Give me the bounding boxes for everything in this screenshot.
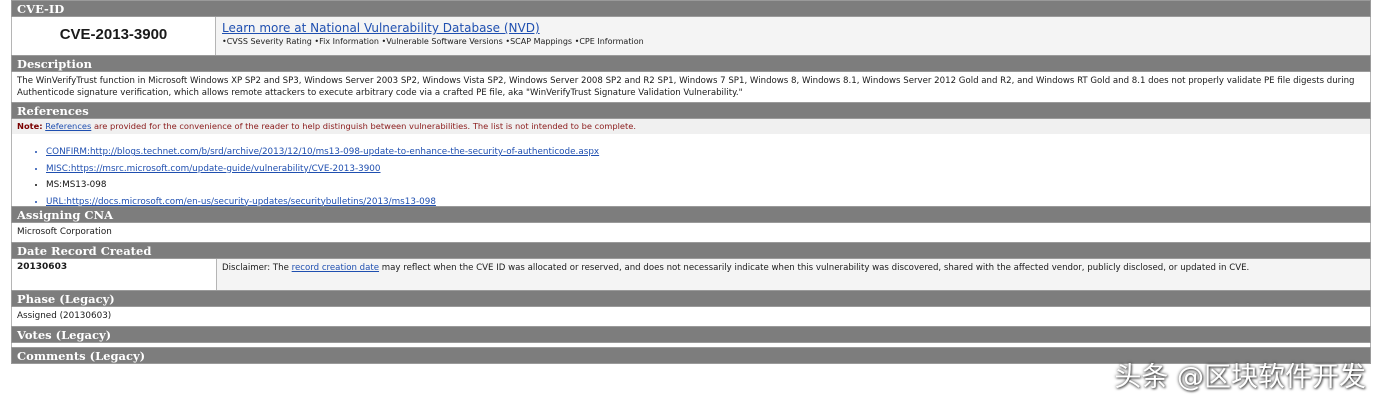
disclaimer-prefix: Disclaimer: The	[222, 263, 289, 273]
reference-link[interactable]: CONFIRM:http://blogs.technet.com/b/srd/a…	[46, 147, 599, 157]
references-list: CONFIRM:http://blogs.technet.com/b/srd/a…	[11, 134, 1371, 207]
phase-header: Phase (Legacy)	[11, 290, 1371, 307]
cve-id-value: CVE-2013-3900	[12, 17, 216, 55]
nvd-feature: CPE Information	[575, 37, 644, 46]
description-header: Description	[11, 55, 1371, 72]
reference-item: CONFIRM:http://blogs.technet.com/b/srd/a…	[46, 144, 1370, 161]
nvd-feature: Vulnerable Software Versions	[382, 37, 503, 46]
reference-item: MS:MS13-098	[46, 177, 1370, 194]
reference-item: MISC:https://msrc.microsoft.com/update-g…	[46, 161, 1370, 178]
cve-id-row: CVE-2013-3900 Learn more at National Vul…	[11, 17, 1371, 55]
watermark-text: 头条 @区块软件开发	[1114, 362, 1366, 393]
nvd-feature: Fix Information	[314, 37, 379, 46]
nvd-link[interactable]: Learn more at National Vulnerability Dat…	[222, 21, 1364, 36]
references-note-text: are provided for the convenience of the …	[93, 121, 637, 131]
note-label: Note:	[17, 121, 43, 131]
record-creation-date-link[interactable]: record creation date	[292, 263, 379, 273]
assigning-cna-value: Microsoft Corporation	[11, 223, 1371, 242]
cve-record-table: CVE-ID CVE-2013-3900 Learn more at Natio…	[11, 0, 1371, 364]
nvd-feature: CVSS Severity Rating	[222, 37, 312, 46]
date-disclaimer: Disclaimer: The record creation date may…	[217, 259, 1370, 290]
references-header: References	[11, 102, 1371, 119]
nvd-feature-list: CVSS Severity Rating Fix Information Vul…	[222, 37, 1364, 46]
cve-record-page: CVE-ID CVE-2013-3900 Learn more at Natio…	[0, 0, 1380, 401]
nvd-info: Learn more at National Vulnerability Dat…	[216, 17, 1370, 55]
reference-link[interactable]: URL:https://docs.microsoft.com/en-us/sec…	[46, 197, 436, 207]
votes-header: Votes (Legacy)	[11, 326, 1371, 343]
nvd-feature: SCAP Mappings	[505, 37, 572, 46]
disclaimer-suffix: may reflect when the CVE ID was allocate…	[381, 263, 1250, 273]
date-record-created-header: Date Record Created	[11, 242, 1371, 259]
description-text: The WinVerifyTrust function in Microsoft…	[11, 72, 1371, 102]
date-record-value: 20130603	[12, 259, 217, 290]
references-note-link[interactable]: References	[45, 121, 91, 131]
references-note: Note: References are provided for the co…	[11, 119, 1371, 134]
cve-id-header: CVE-ID	[11, 0, 1371, 17]
phase-value: Assigned (20130603)	[11, 307, 1371, 326]
reference-link[interactable]: MISC:https://msrc.microsoft.com/update-g…	[46, 164, 381, 174]
date-record-row: 20130603 Disclaimer: The record creation…	[11, 259, 1371, 290]
